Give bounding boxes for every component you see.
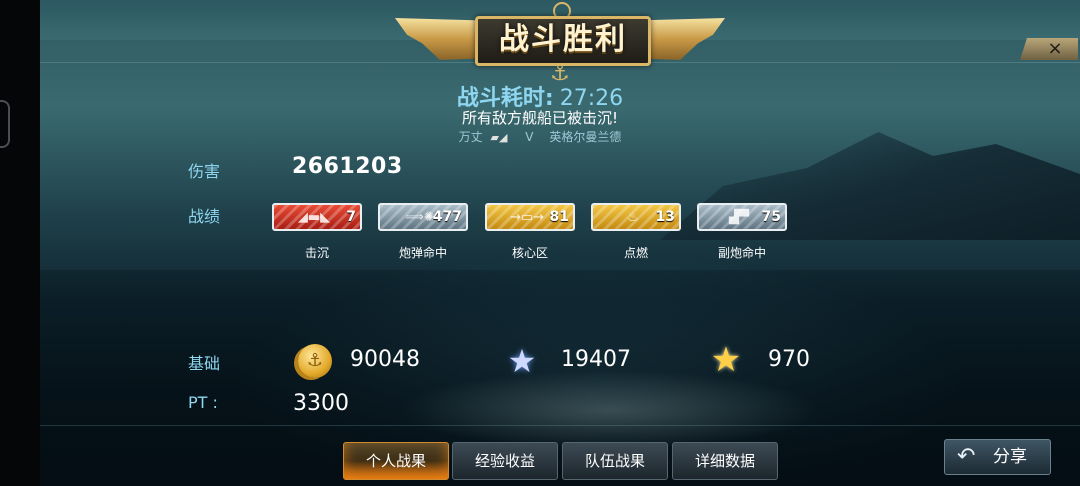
back-arrow-icon: ↶ xyxy=(957,444,976,469)
tab-experience-income[interactable]: 经验收益 xyxy=(452,442,558,480)
divider xyxy=(40,425,1080,426)
experience-value: 19407 xyxy=(561,347,631,372)
achievement-badge-secondary-hits[interactable]: ▟▀ 75 xyxy=(697,203,787,231)
tab-detailed-data[interactable]: 详细数据 xyxy=(672,442,778,480)
coin-icon: ⚓ xyxy=(298,344,332,378)
matchup-row: 万丈 ▰◢ V 英格尔曼兰德 xyxy=(0,128,1080,145)
pt-value: 3300 xyxy=(293,391,349,416)
badge-count: 81 xyxy=(549,209,569,225)
vs-label: V xyxy=(525,130,534,144)
experience-star-icon: ★ xyxy=(507,342,537,380)
free-experience-star-icon: ★ xyxy=(710,340,742,380)
share-button[interactable]: ↶ 分享 xyxy=(944,439,1051,475)
achievement-badge-sink[interactable]: ◢▬◣ 7 xyxy=(272,203,362,231)
free-experience-value: 970 xyxy=(768,347,810,372)
achievement-badge-citadel[interactable]: →▭→ 81 xyxy=(485,203,575,231)
close-icon: × xyxy=(1047,38,1063,59)
ship-sink-icon: ◢▬◣ xyxy=(297,210,331,225)
coin-value: 90048 xyxy=(350,347,420,372)
badge-count: 75 xyxy=(761,209,781,225)
ship-class-icon: ▰◢ xyxy=(490,131,508,144)
badge-label: 副炮命中 xyxy=(717,246,766,260)
victory-emblem: 战斗胜利 ⚓ xyxy=(395,2,725,86)
achievement-badge-shell-hits[interactable]: ⟹✺ 477 xyxy=(378,203,468,231)
damage-label: 伤害 xyxy=(188,162,221,181)
enemy-ship-name: 英格尔曼兰德 xyxy=(549,130,622,144)
tab-team-results[interactable]: 队伍战果 xyxy=(562,442,668,480)
badge-count: 13 xyxy=(655,209,675,225)
citadel-icon: →▭→ xyxy=(509,210,545,225)
achievements-label: 战绩 xyxy=(188,207,221,226)
close-button[interactable]: × xyxy=(1020,38,1078,60)
achievement-badge-fire[interactable]: ♨ 13 xyxy=(591,203,681,231)
badge-label: 点燃 xyxy=(623,246,648,260)
fire-icon: ♨ xyxy=(627,210,639,225)
tab-personal-results[interactable]: 个人战果 xyxy=(343,442,449,480)
badge-count: 7 xyxy=(346,209,356,225)
pt-label: PT : xyxy=(188,393,218,412)
damage-value: 2661203 xyxy=(292,154,403,179)
secondary-gun-icon: ▟▀ xyxy=(729,210,749,225)
badge-label: 击沉 xyxy=(304,246,329,260)
badge-label: 核心区 xyxy=(511,246,548,260)
badge-count: 477 xyxy=(432,209,462,225)
share-label: 分享 xyxy=(993,447,1027,467)
result-message: 所有敌方舰船已被击沉! xyxy=(461,109,618,127)
badge-label: 炮弹命中 xyxy=(398,246,447,260)
page-title: 战斗胜利 xyxy=(499,22,627,57)
device-bezel xyxy=(0,0,40,486)
player-ship-name: 万丈 xyxy=(458,130,483,144)
base-label: 基础 xyxy=(188,354,221,373)
